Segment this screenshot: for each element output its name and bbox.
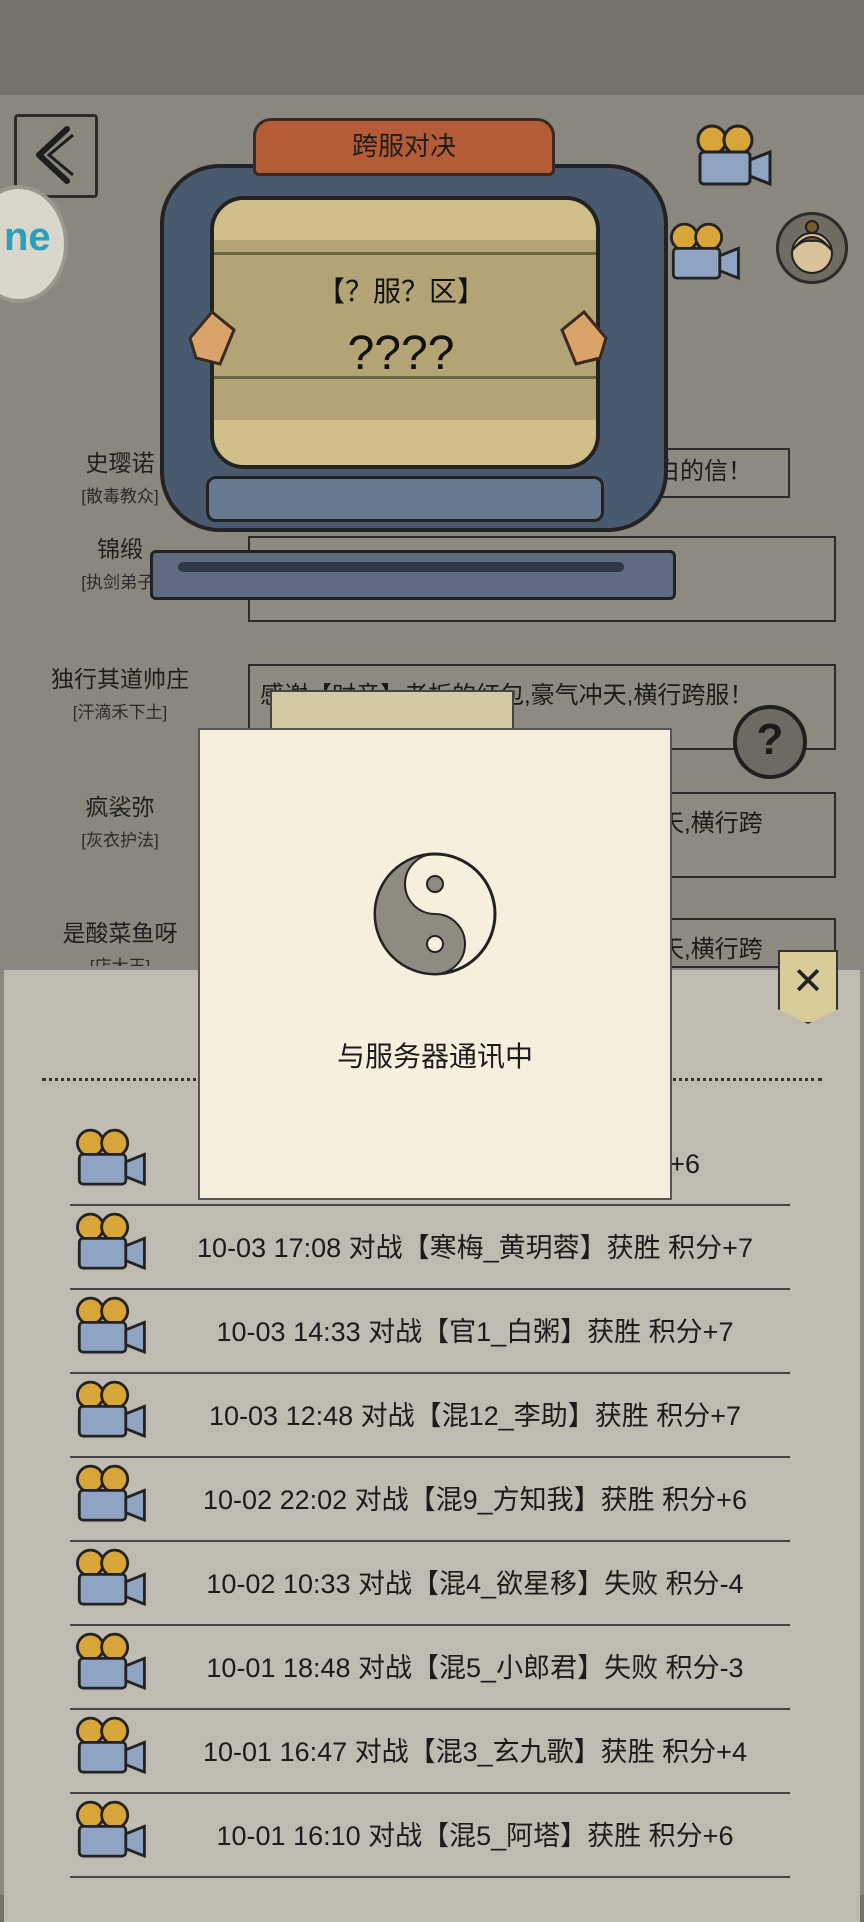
- record-text: 10-01 18:48 对战【混5_小郎君】失败 积分-3: [206, 1653, 744, 1683]
- yin-yang-icon: [373, 852, 497, 976]
- close-button[interactable]: ✕: [778, 950, 838, 1024]
- close-icon: ✕: [792, 961, 824, 1003]
- record-text: 10-02 10:33 对战【混4_欲星移】失败 积分-4: [206, 1569, 744, 1599]
- chat-sender-name: 独行其道帅庄: [51, 666, 189, 692]
- chat-sender-name: 疯裟弥: [85, 794, 155, 820]
- replay-camera-icon[interactable]: [70, 1546, 150, 1612]
- record-row[interactable]: 10-02 22:02 对战【混9_方知我】获胜 积分+6: [70, 1458, 790, 1542]
- loading-dialog: 与服务器通讯中: [198, 728, 672, 1200]
- machine-title: 跨服对决: [253, 118, 555, 176]
- right-gem-icon: [560, 309, 608, 366]
- replay-camera-icon[interactable]: [70, 1630, 150, 1696]
- chat-sender-title: [灰衣护法]: [81, 831, 159, 850]
- chat-sender-name: 是酸菜鱼呀: [62, 920, 178, 946]
- chat-sender-title: [汗滴禾下土]: [72, 703, 168, 722]
- player-avatar[interactable]: [776, 212, 848, 284]
- machine-plate: [206, 476, 604, 522]
- chat-sender-title: [店大王]: [30, 952, 210, 966]
- record-row[interactable]: 10-01 16:10 对战【混5_阿塔】获胜 积分+6: [70, 1794, 790, 1878]
- record-text: 10-03 14:33 对战【官1_白粥】获胜 积分+7: [216, 1317, 734, 1347]
- record-text: 10-01 16:47 对战【混3_玄九歌】获胜 积分+4: [203, 1737, 747, 1767]
- avatar-face-icon: [791, 220, 833, 274]
- record-row[interactable]: 10-03 12:48 对战【混12_李助】获胜 积分+7: [70, 1374, 790, 1458]
- record-row[interactable]: 10-03 17:08 对战【寒梅_黄玥蓉】获胜 积分+7: [70, 1206, 790, 1290]
- help-button[interactable]: ?: [733, 705, 807, 779]
- record-row[interactable]: 10-03 14:33 对战【官1_白粥】获胜 积分+7: [70, 1290, 790, 1374]
- server-label: 【？服？区】: [316, 276, 485, 307]
- record-row[interactable]: 10-02 10:33 对战【混4_欲星移】失败 积分-4: [70, 1542, 790, 1626]
- screen-band-top: [214, 200, 596, 240]
- machine-slot: [178, 562, 624, 572]
- row-divider: [70, 1876, 790, 1878]
- replay-camera-icon[interactable]: [690, 122, 776, 192]
- replay-camera-icon[interactable]: [70, 1714, 150, 1780]
- back-arrow-icon: [36, 126, 74, 184]
- replay-camera-icon-2[interactable]: [664, 220, 744, 286]
- loading-message: 与服务器通讯中: [336, 1041, 533, 1072]
- record-text: 10-03 17:08 对战【寒梅_黄玥蓉】获胜 积分+7: [197, 1233, 753, 1263]
- replay-camera-icon[interactable]: [70, 1294, 150, 1360]
- machine-base: [150, 550, 676, 600]
- record-text: 10-02 22:02 对战【混9_方知我】获胜 积分+6: [203, 1485, 747, 1515]
- replay-camera-icon[interactable]: [70, 1462, 150, 1528]
- screen-band-bottom: [214, 420, 596, 465]
- replay-camera-icon[interactable]: [70, 1126, 150, 1192]
- record-row[interactable]: 10-01 16:47 对战【混3_玄九歌】获胜 积分+4: [70, 1710, 790, 1794]
- replay-camera-icon[interactable]: [70, 1210, 150, 1276]
- opponent-name: ????: [347, 327, 455, 380]
- side-badge-text: ne: [4, 215, 51, 259]
- replay-camera-icon[interactable]: [70, 1798, 150, 1864]
- record-row[interactable]: 10-01 18:48 对战【混5_小郎君】失败 积分-3: [70, 1626, 790, 1710]
- screen-divider: [214, 252, 596, 255]
- record-text: 10-03 12:48 对战【混12_李助】获胜 积分+7: [209, 1401, 741, 1431]
- left-gem-icon: [188, 309, 236, 366]
- record-text: 10-01 16:10 对战【混5_阿塔】获胜 积分+6: [216, 1821, 734, 1851]
- replay-camera-icon[interactable]: [70, 1378, 150, 1444]
